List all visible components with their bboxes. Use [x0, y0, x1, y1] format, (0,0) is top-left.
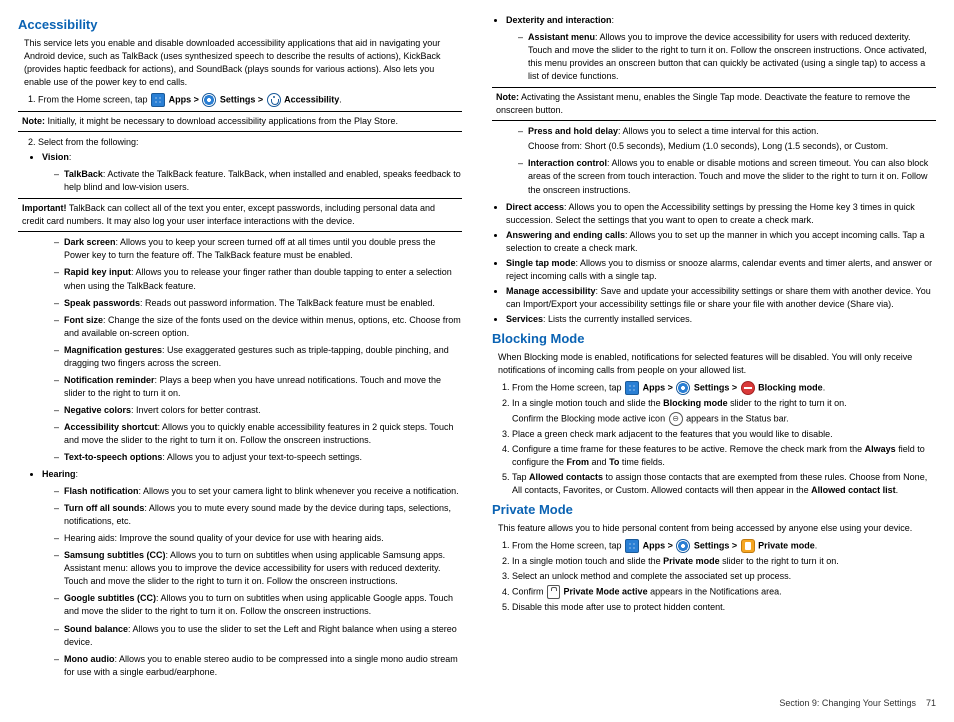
dexterity-bullets: Direct access: Allows you to open the Ac… [506, 201, 936, 326]
assistant-list: Assistant menu: Allows you to improve th… [518, 31, 936, 83]
blocking-step-3: Place a green check mark adjacent to the… [512, 428, 936, 441]
private-step-3: Select an unlock method and complete the… [512, 570, 936, 583]
blocking-step-2: In a single motion touch and slide the B… [512, 397, 936, 426]
list-item: Rapid key input: Allows you to release y… [54, 266, 462, 292]
step1-pre: From the Home screen, tap [38, 94, 148, 104]
apps-icon [151, 93, 165, 107]
apps-label: Apps > [169, 94, 199, 104]
list-item: Notification reminder: Plays a beep when… [54, 374, 462, 400]
accessibility-label: Accessibility [284, 94, 339, 104]
vision-talkback: TalkBack: Activate the TalkBack feature.… [54, 168, 462, 194]
private-step-4: Confirm Private Mode active appears in t… [512, 585, 936, 599]
left-column: Accessibility This service lets you enab… [18, 12, 462, 683]
list-item: Negative colors: Invert colors for bette… [54, 404, 462, 417]
list-item: Google subtitles (CC): Allows you to tur… [54, 592, 462, 618]
list-item: Answering and ending calls: Allows you t… [506, 229, 936, 255]
footer-section: Section 9: Changing Your Settings [779, 698, 916, 708]
dexterity-group: Dexterity and interaction: [506, 14, 936, 27]
list-item: Press and hold delay: Allows you to sele… [518, 125, 936, 153]
apps-icon [625, 539, 639, 553]
blocking-step-1: From the Home screen, tap Apps > Setting… [512, 381, 936, 395]
vision-label: Vision [42, 152, 69, 162]
hearing-label: Hearing [42, 469, 76, 479]
private-active-icon [547, 585, 560, 599]
apps-icon [625, 381, 639, 395]
list-item: Single tap mode: Allows you to dismiss o… [506, 257, 936, 283]
accessibility-steps-1: From the Home screen, tap Apps > Setting… [38, 93, 462, 107]
important-label: Important! [22, 203, 67, 213]
blocking-icon [741, 381, 755, 395]
private-step-5: Disable this mode after use to protect h… [512, 601, 936, 614]
list-item: Magnification gestures: Use exaggerated … [54, 344, 462, 370]
list-item: Turn off all sounds: Allows you to mute … [54, 502, 462, 528]
list-item: Samsung subtitles (CC): Allows you to tu… [54, 549, 462, 588]
list-item: Font size: Change the size of the fonts … [54, 314, 462, 340]
page-columns: Accessibility This service lets you enab… [18, 12, 936, 683]
accessibility-steps-2: Select from the following: [38, 136, 462, 149]
vision-heading: Vision: [42, 151, 462, 164]
list-item: Text-to-speech options: Allows you to ad… [54, 451, 462, 464]
page-footer: Section 9: Changing Your Settings 71 [18, 697, 936, 710]
list-item: Sound balance: Allows you to use the sli… [54, 623, 462, 649]
dexterity-sub-items: Press and hold delay: Allows you to sele… [518, 125, 936, 196]
list-item: Services: Lists the currently installed … [506, 313, 936, 326]
private-steps: From the Home screen, tap Apps > Setting… [512, 539, 936, 614]
accessibility-heading: Accessibility [18, 16, 462, 35]
blocking-step-4: Configure a time frame for these feature… [512, 443, 936, 469]
list-item: Mono audio: Allows you to enable stereo … [54, 653, 462, 679]
list-item: Speak passwords: Reads out password info… [54, 297, 462, 310]
dexterity-heading: Dexterity and interaction: [506, 14, 936, 27]
list-item: Dark screen: Allows you to keep your scr… [54, 236, 462, 262]
settings-icon [676, 381, 690, 395]
private-step-2: In a single motion touch and slide the P… [512, 555, 936, 568]
private-intro: This feature allows you to hide personal… [498, 522, 936, 535]
hearing-heading: Hearing: [42, 468, 462, 481]
list-item: Flash notification: Allows you to set yo… [54, 485, 462, 498]
pause-icon: ⊖ [669, 412, 683, 426]
accessibility-intro: This service lets you enable and disable… [24, 37, 462, 89]
blocking-step-2b: Confirm the Blocking mode active icon ⊖ … [512, 412, 936, 426]
private-heading: Private Mode [492, 501, 936, 520]
blocking-intro: When Blocking mode is enabled, notificat… [498, 351, 936, 377]
accessibility-icon [267, 93, 281, 107]
note1-text: Initially, it might be necessary to down… [48, 116, 399, 126]
vision-group: Vision: [42, 151, 462, 164]
important-text: TalkBack can collect all of the text you… [22, 203, 435, 226]
hearing-group: Hearing: [42, 468, 462, 481]
note1-label: Note: [22, 116, 45, 126]
private-icon [741, 539, 755, 553]
list-item: Accessibility shortcut: Allows you to qu… [54, 421, 462, 447]
blocking-steps: From the Home screen, tap Apps > Setting… [512, 381, 936, 497]
hearing-items: Flash notification: Allows you to set yo… [54, 485, 462, 679]
blocking-heading: Blocking Mode [492, 330, 936, 349]
settings-label: Settings > [220, 94, 263, 104]
private-step-1: From the Home screen, tap Apps > Setting… [512, 539, 936, 553]
settings-icon [676, 539, 690, 553]
footer-page: 71 [926, 698, 936, 708]
dexterity-label: Dexterity and interaction [506, 15, 612, 25]
list-item: Direct access: Allows you to open the Ac… [506, 201, 936, 227]
right-column: Dexterity and interaction: Assistant men… [492, 12, 936, 683]
talkback-t: : Activate the TalkBack feature. TalkBac… [64, 169, 461, 192]
note-text: Activating the Assistant menu, enables t… [496, 92, 910, 115]
note-box-assistant: Note: Activating the Assistant menu, ena… [492, 87, 936, 121]
list-item: Manage accessibility: Save and update yo… [506, 285, 936, 311]
step-2: Select from the following: [38, 136, 462, 149]
note-box-1: Note: Initially, it might be necessary t… [18, 111, 462, 132]
list-item: Interaction control: Allows you to enabl… [518, 157, 936, 196]
settings-icon [202, 93, 216, 107]
note-label: Note: [496, 92, 519, 102]
talkback-item: TalkBack: Activate the TalkBack feature.… [54, 168, 462, 194]
talkback-b: TalkBack [64, 169, 103, 179]
press-choose: Choose from: Short (0.5 seconds), Medium… [528, 140, 936, 153]
blocking-step-5: Tap Allowed contacts to assign those con… [512, 471, 936, 497]
important-box: Important! TalkBack can collect all of t… [18, 198, 462, 232]
list-item: Hearing aids: Improve the sound quality … [54, 532, 462, 545]
step-1: From the Home screen, tap Apps > Setting… [38, 93, 462, 107]
vision-items: Dark screen: Allows you to keep your scr… [54, 236, 462, 464]
assistant-item: Assistant menu: Allows you to improve th… [518, 31, 936, 83]
